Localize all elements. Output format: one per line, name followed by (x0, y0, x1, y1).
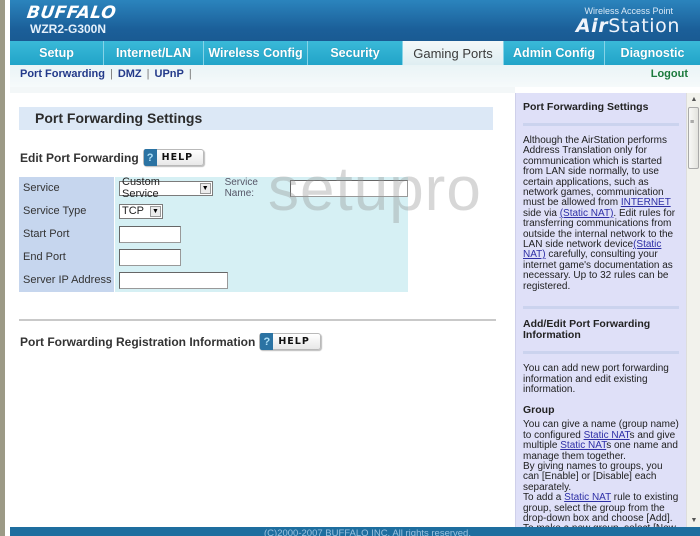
form-row-start-port: Start Port (19, 223, 408, 246)
help-divider (523, 123, 679, 126)
static-nat-link[interactable]: (Static NAT) (560, 208, 614, 219)
service-type-select-value: TCP (122, 205, 144, 218)
airstation-logo: AirStation (576, 15, 680, 37)
form-row-end-port: End Port (19, 246, 408, 269)
service-type-label: Service Type (19, 200, 114, 223)
service-name-label: Service Name: (224, 177, 258, 200)
question-icon: ? (143, 149, 157, 166)
end-port-input[interactable] (119, 248, 181, 266)
service-select-value: Custom Service (122, 176, 160, 201)
static-nat-link[interactable]: Static NAT (560, 440, 606, 451)
port-forwarding-form: Service Custom Service ▼ Service Name: Se… (19, 176, 408, 292)
form-row-server-ip: Server IP Address (19, 269, 408, 292)
model-name: WZR2-G300N (30, 22, 107, 36)
tab-wireless-config[interactable]: Wireless Config (204, 41, 308, 65)
form-row-service-type: Service Type TCP ▼ (19, 200, 408, 223)
subnav-upnp[interactable]: UPnP (155, 68, 184, 80)
help-button[interactable]: ? HELP (142, 149, 205, 166)
help-button[interactable]: ? HELP (259, 333, 321, 350)
tab-setup[interactable]: Setup (10, 41, 104, 65)
help-label: HELP (278, 336, 310, 347)
product-prefix: Air (575, 15, 609, 37)
tab-gaming-ports[interactable]: Gaming Ports (403, 41, 504, 65)
help-paragraph: Although the AirStation performs Address… (523, 135, 679, 292)
help-text: To add a (523, 492, 565, 504)
header-banner: BUFFALO WZR2-G300N Wireless Access Point… (10, 0, 700, 42)
help-title-group: Group (523, 404, 555, 417)
tab-admin-config[interactable]: Admin Config (504, 41, 605, 65)
service-label: Service (19, 177, 114, 200)
end-port-label: End Port (19, 246, 114, 269)
tab-internet-lan[interactable]: Internet/LAN (104, 41, 204, 65)
page-title: Port Forwarding Settings (19, 107, 493, 130)
edit-heading-text: Edit Port Forwarding (20, 150, 139, 165)
subnav-separator: | (109, 68, 113, 80)
help-scrollbar[interactable]: ▲ ≡ ▼ (686, 93, 700, 527)
copyright-text: (C)2000-2007 BUFFALO INC. All rights res… (264, 528, 471, 536)
buffalo-logo: BUFFALO (25, 3, 118, 23)
registration-heading-text: Port Forwarding Registration Information (20, 334, 256, 349)
sub-navigation: Port Forwarding | DMZ | UPnP | Logout (10, 65, 700, 87)
internet-link[interactable]: INTERNET (621, 197, 671, 208)
help-label: HELP (161, 152, 194, 163)
tab-diagnostic[interactable]: Diagnostic (605, 41, 700, 65)
service-name-input[interactable] (290, 179, 408, 197)
server-ip-input[interactable] (119, 271, 228, 289)
static-nat-link[interactable]: Static NAT (564, 492, 611, 503)
question-icon: ? (260, 333, 274, 350)
help-text: side via (523, 207, 560, 219)
help-title-port-forwarding: Port Forwarding Settings (523, 101, 649, 113)
server-ip-label: Server IP Address (19, 269, 114, 292)
router-admin-page: BUFFALO WZR2-G300N Wireless Access Point… (0, 0, 700, 536)
start-port-input[interactable] (119, 225, 181, 243)
subnav-separator: | (188, 68, 192, 80)
footer: (C)2000-2007 BUFFALO INC. All rights res… (10, 527, 700, 536)
section-divider (19, 319, 496, 321)
form-row-service: Service Custom Service ▼ Service Name: (19, 176, 408, 200)
help-paragraph: To add a Static NAT rule to existing gro… (523, 492, 679, 524)
edit-port-forwarding-heading: Edit Port Forwarding ? HELP (20, 149, 205, 166)
scroll-down-arrow-icon[interactable]: ▼ (687, 514, 700, 527)
help-title-add-edit: Add/Edit Port Forwarding Information (523, 318, 651, 342)
main-content: Port Forwarding Settings Edit Port Forwa… (10, 93, 515, 527)
start-port-label: Start Port (19, 223, 114, 246)
help-divider (523, 306, 679, 310)
registration-info-heading: Port Forwarding Registration Information… (20, 333, 321, 350)
main-tabs: Setup Internet/LAN Wireless Config Secur… (10, 41, 700, 65)
chevron-down-icon: ▼ (150, 205, 161, 217)
chevron-down-icon: ▼ (199, 182, 211, 194)
help-divider (523, 351, 679, 355)
grip-icon: ≡ (690, 119, 695, 126)
service-type-select[interactable]: TCP ▼ (119, 203, 163, 219)
static-nat-link[interactable]: Static NAT (584, 430, 630, 441)
help-paragraph: You can add new port forwarding informat… (523, 363, 669, 395)
subnav-dmz[interactable]: DMZ (118, 68, 142, 80)
help-paragraph: By giving names to groups, you can [Enab… (523, 460, 663, 493)
tab-security[interactable]: Security (308, 41, 403, 65)
service-select[interactable]: Custom Service ▼ (119, 176, 213, 200)
scrollbar-thumb[interactable] (688, 107, 699, 169)
help-text: carefully, consulting your internet game… (523, 249, 673, 292)
scroll-up-arrow-icon[interactable]: ▲ (687, 93, 700, 106)
help-sidebar: Port Forwarding Settings Although the Ai… (515, 93, 686, 527)
subnav-separator: | (146, 68, 150, 80)
help-paragraph: You can give a name (group name) to conf… (523, 420, 679, 462)
product-suffix: Station (608, 15, 680, 37)
logout-link[interactable]: Logout (651, 68, 688, 80)
subnav-port-forwarding[interactable]: Port Forwarding (20, 68, 105, 80)
